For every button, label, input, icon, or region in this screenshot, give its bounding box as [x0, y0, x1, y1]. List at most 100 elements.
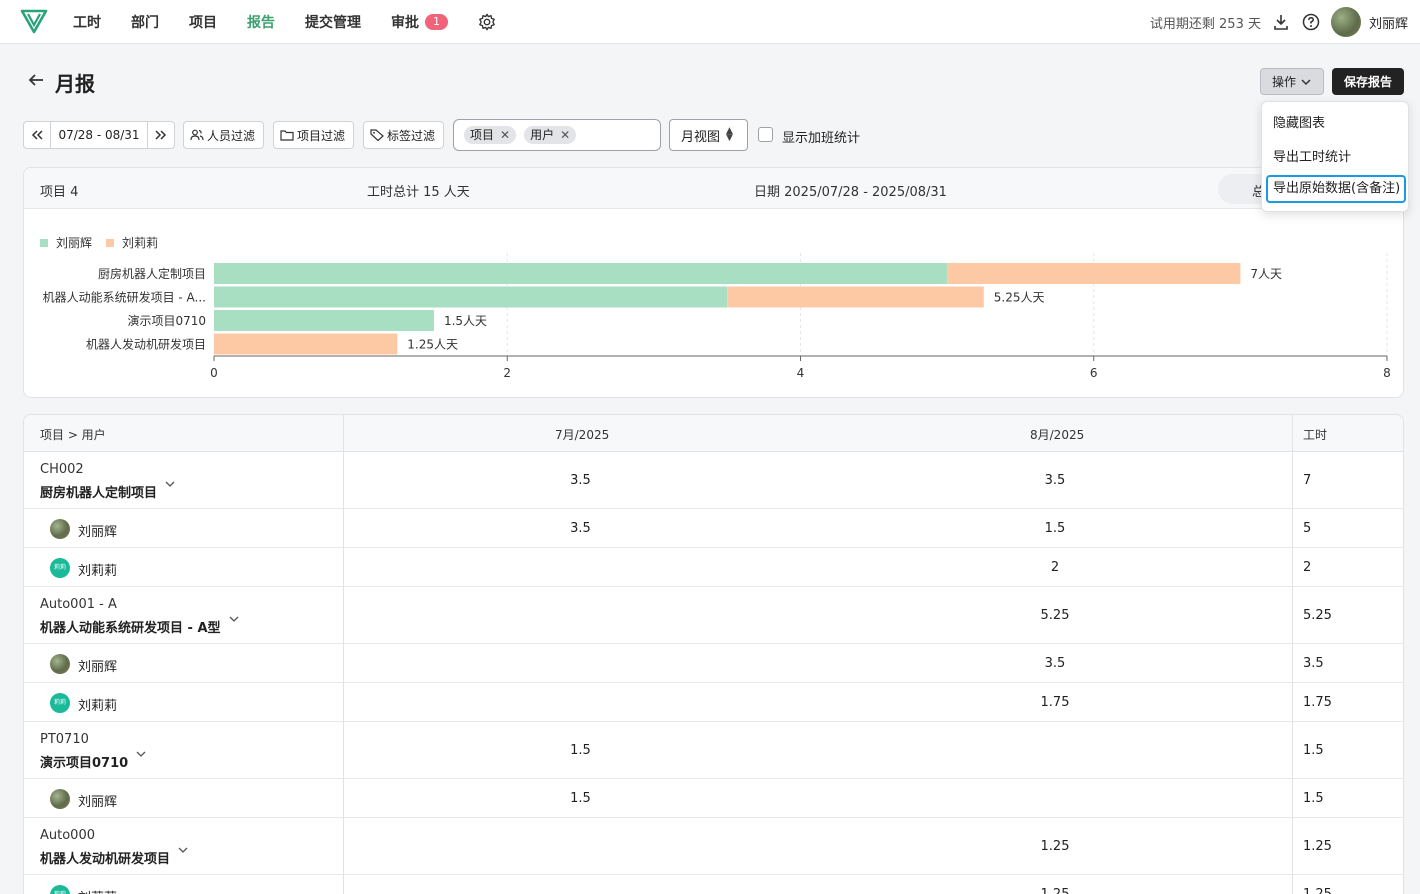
column-header-total[interactable]: 工时 [1303, 426, 1327, 443]
next-period-button[interactable] [148, 122, 174, 148]
download-icon[interactable] [1271, 12, 1291, 32]
sort-updown-icon: ▲ ▼ [726, 126, 733, 143]
legend-item[interactable]: 刘莉莉 [106, 234, 158, 251]
user-name[interactable]: 刘丽辉 [1369, 13, 1408, 32]
group-by-selector[interactable]: 项目 ✕ 用户 ✕ [453, 119, 661, 151]
column-header-jul[interactable]: 7月/2025 [555, 426, 609, 443]
legend-item[interactable]: 刘丽辉 [40, 234, 92, 251]
help-icon[interactable] [1301, 12, 1321, 32]
date-range-picker: 07/28 - 08/31 [23, 121, 175, 149]
table-row-project[interactable]: Auto001 - A 机器人动能系统研发项目 - A型 5.25 5.25 [24, 587, 1403, 644]
table-row-project[interactable]: PT0710 演示项目0710 1.5 1.5 [24, 722, 1403, 779]
project-filter-button[interactable]: 项目过滤 [273, 121, 355, 149]
avatar [50, 789, 70, 809]
double-chevron-right-icon [155, 130, 167, 140]
chart-bar [214, 263, 948, 284]
project-count: 项目 4 [40, 185, 79, 200]
chart-bar [214, 333, 398, 355]
data-label: 1.25人天 [407, 338, 458, 352]
cell-total: 5.25 [1303, 608, 1332, 623]
chart-bar [214, 310, 434, 331]
overtime-checkbox[interactable] [758, 127, 773, 142]
date-range-text[interactable]: 07/28 - 08/31 [50, 122, 148, 148]
overtime-label[interactable]: 显示加班统计 [782, 127, 860, 146]
menu-item-hide-chart[interactable]: 隐藏图表 [1266, 110, 1406, 138]
nav-item-hours[interactable]: 工时 [73, 12, 101, 32]
project-title: 厨房机器人定制项目 [40, 479, 177, 501]
table-row-user: 莉莉 刘莉莉 1.75 1.75 [24, 683, 1403, 722]
project-name: 机器人动能系统研发项目 - A型 [40, 621, 221, 636]
cell-total: 3.5 [1303, 656, 1324, 671]
cell-aug: 3.5 [1044, 656, 1066, 671]
chevron-down-icon[interactable] [163, 479, 177, 489]
tag-filter-button[interactable]: 标签过滤 [363, 121, 445, 149]
logo-icon[interactable] [20, 8, 48, 34]
operations-label: 操作 [1271, 75, 1296, 89]
chevron-down-icon[interactable] [176, 845, 190, 855]
avatar: 莉莉 [50, 693, 70, 713]
nav-item-departments[interactable]: 部门 [131, 12, 159, 32]
people-filter-button[interactable]: 人员过滤 [183, 121, 265, 149]
close-icon[interactable]: ✕ [500, 126, 510, 144]
cell-jul: 3.5 [570, 521, 591, 536]
category-label: 厨房机器人定制项目 [98, 266, 206, 281]
column-header-aug[interactable]: 8月/2025 [1030, 426, 1084, 443]
table-row-project[interactable]: CH002 厨房机器人定制项目 3.5 3.5 7 [24, 452, 1403, 509]
project-name: 演示项目0710 [40, 756, 129, 771]
operations-dropdown-button[interactable]: 操作 [1260, 68, 1324, 95]
project-name: 厨房机器人定制项目 [40, 486, 158, 501]
group-chip-user-label: 用户 [530, 128, 555, 142]
chevron-down-icon[interactable] [134, 749, 148, 759]
prev-period-button[interactable] [24, 122, 50, 148]
nav-item-approvals[interactable]: 审批 1 [391, 12, 448, 32]
back-arrow-icon[interactable] [27, 71, 45, 89]
column-divider [1292, 415, 1293, 894]
nav-item-projects[interactable]: 项目 [189, 12, 217, 32]
project-code: PT0710 [40, 732, 89, 747]
cell-aug: 3.5 [1044, 473, 1066, 488]
cell-total: 2 [1303, 560, 1312, 575]
table-row-user: 刘丽辉 1.5 1.5 [24, 779, 1403, 818]
user-name-cell: 刘丽辉 [78, 795, 118, 810]
gear-icon[interactable] [478, 13, 496, 31]
project-title: 机器人发动机研发项目 [40, 845, 190, 867]
nav-item-reports[interactable]: 报告 [247, 12, 275, 32]
nav-item-submissions[interactable]: 提交管理 [305, 12, 361, 32]
user-name-cell: 刘莉莉 [78, 564, 118, 579]
date-summary: 日期 2025/07/28 - 2025/08/31 [754, 185, 947, 200]
save-report-button[interactable]: 保存报告 [1332, 68, 1404, 95]
legend-label: 刘丽辉 [56, 236, 93, 250]
user-avatar[interactable] [1330, 7, 1361, 37]
chart-bar [947, 263, 1241, 284]
table-row-project[interactable]: Auto000 机器人发动机研发项目 1.25 1.25 [24, 818, 1403, 875]
folder-icon [280, 130, 294, 141]
project-name: 机器人发动机研发项目 [40, 852, 171, 867]
cell-aug: 1.5 [1044, 521, 1066, 536]
avatar: 莉莉 [50, 885, 70, 894]
cell-total: 5 [1303, 521, 1312, 536]
column-divider [343, 415, 344, 894]
legend-swatch [40, 238, 48, 247]
approval-count-badge: 1 [425, 14, 448, 30]
chevron-down-icon[interactable] [227, 614, 241, 624]
menu-item-export-hours[interactable]: 导出工时统计 [1266, 144, 1406, 172]
nav-item-approvals-label: 审批 [391, 15, 419, 31]
tag-icon [370, 129, 384, 141]
user-name-cell: 刘莉莉 [78, 887, 117, 894]
legend-swatch [106, 238, 115, 247]
people-filter-label: 人员过滤 [207, 128, 256, 143]
summary-bar: 项目 4 工时总计 15 人天 日期 2025/07/28 - 2025/08/… [24, 168, 1403, 209]
data-label: 7人天 [1250, 267, 1282, 281]
column-header-project-user[interactable]: 项目 > 用户 [40, 426, 106, 443]
cell-total: 1.25 [1303, 887, 1332, 894]
avatar [50, 654, 70, 674]
close-icon[interactable]: ✕ [560, 126, 570, 144]
chart-bar [214, 286, 728, 308]
hours-bar-chart: 厨房机器人定制项目 7人天机器人动能系统研发项目 - A... 5.25人天演示项目… [43, 253, 1391, 380]
menu-item-export-raw-data[interactable]: 导出原始数据(含备注) [1266, 175, 1406, 203]
chart-legend: 刘丽辉 刘莉莉 [40, 234, 172, 251]
cell-jul: 3.5 [570, 473, 591, 488]
data-label: 5.25人天 [994, 291, 1045, 305]
view-mode-select[interactable]: 月视图 ▲ ▼ [669, 119, 748, 151]
cell-aug: 1.75 [1040, 695, 1070, 710]
